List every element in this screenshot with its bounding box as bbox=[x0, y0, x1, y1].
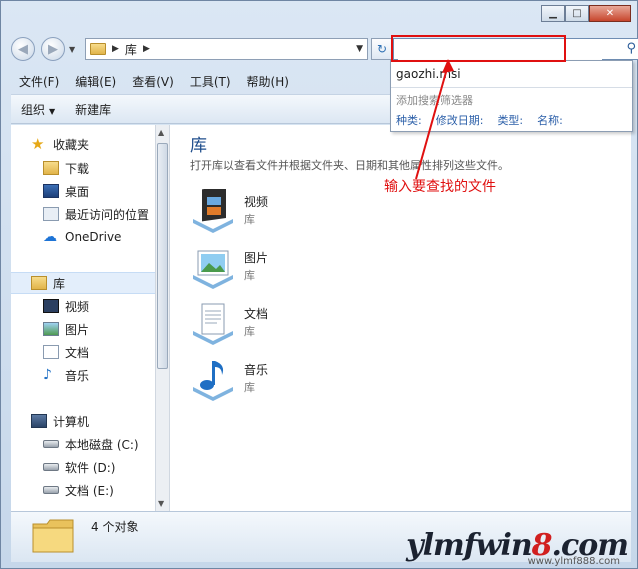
sidebar-item-desktop[interactable]: 桌面 bbox=[43, 180, 89, 202]
sidebar-item-computer[interactable]: 计算机 bbox=[31, 410, 89, 432]
library-item-type: 库 bbox=[244, 381, 255, 394]
library-item-documents[interactable]: 文档 库 bbox=[190, 299, 390, 347]
sidebar-item-pictures[interactable]: 图片 bbox=[43, 318, 89, 340]
maximize-button[interactable]: □ bbox=[565, 5, 589, 22]
film-icon bbox=[43, 299, 59, 313]
library-folder-icon bbox=[32, 519, 74, 553]
sidebar-item-label: 收藏夹 bbox=[53, 137, 90, 152]
document-icon bbox=[43, 345, 59, 359]
sidebar-item-label: 本地磁盘 (C:) bbox=[65, 437, 139, 452]
refresh-icon: ↻ bbox=[376, 42, 388, 56]
back-arrow-icon: ◀ bbox=[18, 41, 28, 57]
sidebar-item-drive-e[interactable]: 文档 (E:) bbox=[43, 479, 114, 501]
search-icon[interactable]: ⚲ bbox=[626, 41, 636, 56]
breadcrumb-arrow-icon[interactable]: ▶ bbox=[112, 44, 119, 54]
library-item-type: 库 bbox=[244, 213, 255, 226]
close-button[interactable]: ✕ bbox=[589, 5, 631, 22]
library-item-videos[interactable]: 视频 库 bbox=[190, 187, 390, 235]
sidebar-item-label: 文档 bbox=[65, 345, 90, 360]
sidebar-item-label: 最近访问的位置 bbox=[65, 207, 150, 222]
library-item-name: 视频 bbox=[244, 195, 269, 209]
sidebar-item-label: 视频 bbox=[65, 299, 90, 314]
menu-file[interactable]: 文件(F) bbox=[11, 72, 67, 92]
forward-arrow-icon: ▶ bbox=[48, 41, 58, 57]
address-bar[interactable]: ▶ 库 ▶ ▼ bbox=[85, 38, 368, 60]
sidebar-item-label: 文档 (E:) bbox=[65, 483, 114, 498]
cloud-icon: ☁ bbox=[43, 229, 57, 245]
refresh-button[interactable]: ↻ bbox=[371, 38, 393, 60]
document-library-icon bbox=[193, 303, 233, 345]
sidebar-item-documents[interactable]: 文档 bbox=[43, 341, 89, 363]
sidebar-item-drive-c[interactable]: 本地磁盘 (C:) bbox=[43, 433, 139, 455]
minimize-button[interactable]: ▁ bbox=[541, 5, 565, 22]
sidebar-item-label: 图片 bbox=[65, 322, 90, 337]
sidebar-item-label: 软件 (D:) bbox=[65, 460, 116, 475]
library-item-name: 图片 bbox=[244, 251, 269, 265]
navigation-scrollbar[interactable]: ▲ ▼ bbox=[155, 125, 170, 511]
sidebar-item-label: 桌面 bbox=[65, 184, 90, 199]
annotation-arrow-icon bbox=[415, 59, 454, 180]
sidebar-item-label: OneDrive bbox=[65, 230, 122, 244]
video-library-icon bbox=[193, 189, 233, 233]
drive-icon bbox=[43, 463, 59, 471]
library-item-music[interactable]: 音乐 库 bbox=[190, 355, 390, 403]
forward-button[interactable]: ▶ bbox=[41, 37, 65, 61]
sidebar-item-drive-d[interactable]: 软件 (D:) bbox=[43, 456, 115, 478]
library-folder-icon bbox=[90, 43, 106, 55]
sidebar-item-label: 下载 bbox=[65, 161, 90, 176]
organize-button[interactable]: 组织 ▼ bbox=[11, 101, 65, 118]
recent-pages-icon[interactable]: ▼ bbox=[69, 45, 75, 54]
computer-icon bbox=[31, 414, 47, 428]
organize-label: 组织 bbox=[21, 102, 46, 117]
annotation-text: 输入要查找的文件 bbox=[384, 179, 496, 195]
chevron-down-icon: ▼ bbox=[49, 106, 56, 116]
library-folder-icon bbox=[31, 276, 47, 290]
sidebar-item-favorites[interactable]: ★ 收藏夹 bbox=[31, 133, 89, 155]
picture-icon bbox=[43, 322, 59, 336]
navigation-pane: ★ 收藏夹 下载 桌面 最近访问的位置 ☁ OneDrive 库 视频 图片 文… bbox=[11, 125, 155, 511]
caption-buttons: ▁ □ ✕ bbox=[541, 5, 631, 22]
drive-icon bbox=[43, 486, 59, 494]
library-item-name: 文档 bbox=[244, 307, 269, 321]
filter-name[interactable]: 名称: bbox=[537, 112, 563, 128]
downloads-folder-icon bbox=[43, 161, 59, 175]
sidebar-item-label: 库 bbox=[53, 276, 66, 291]
object-count: 4 个对象 bbox=[91, 520, 139, 534]
back-button[interactable]: ◀ bbox=[11, 37, 35, 61]
sidebar-item-music[interactable]: ♪ 音乐 bbox=[43, 364, 89, 386]
sidebar-item-recent-places[interactable]: 最近访问的位置 bbox=[43, 203, 149, 225]
menu-view[interactable]: 查看(V) bbox=[124, 72, 182, 92]
sidebar-item-downloads[interactable]: 下载 bbox=[43, 157, 89, 179]
sidebar-item-libraries[interactable]: 库 bbox=[11, 272, 155, 294]
new-library-button[interactable]: 新建库 bbox=[65, 101, 121, 118]
page-title: 库 bbox=[190, 136, 207, 156]
breadcrumb-library[interactable]: 库 bbox=[125, 41, 137, 58]
scroll-down-icon[interactable]: ▼ bbox=[158, 499, 164, 508]
sidebar-item-videos[interactable]: 视频 bbox=[43, 295, 89, 317]
sidebar-item-label: 计算机 bbox=[53, 414, 90, 429]
picture-library-icon bbox=[193, 250, 233, 289]
menu-edit[interactable]: 编辑(E) bbox=[67, 72, 124, 92]
filter-type[interactable]: 类型: bbox=[497, 112, 523, 128]
recent-places-icon bbox=[43, 207, 59, 221]
sidebar-item-onedrive[interactable]: ☁ OneDrive bbox=[43, 226, 121, 248]
scroll-up-icon[interactable]: ▲ bbox=[158, 128, 164, 137]
library-item-type: 库 bbox=[244, 325, 255, 338]
scrollbar-thumb[interactable] bbox=[157, 143, 168, 369]
menu-tools[interactable]: 工具(T) bbox=[182, 72, 239, 92]
music-note-icon: ♪ bbox=[43, 367, 52, 383]
music-library-icon bbox=[193, 361, 233, 401]
address-dropdown-icon[interactable]: ▼ bbox=[356, 44, 363, 54]
sidebar-item-label: 音乐 bbox=[65, 368, 90, 383]
library-item-type: 库 bbox=[244, 269, 255, 282]
breadcrumb-arrow-icon[interactable]: ▶ bbox=[143, 44, 150, 54]
library-item-pictures[interactable]: 图片 库 bbox=[190, 243, 390, 291]
star-icon: ★ bbox=[31, 135, 45, 153]
page-subtitle: 打开库以查看文件并根据文件夹、日期和其他属性排列这些文件。 bbox=[190, 159, 509, 172]
library-item-name: 音乐 bbox=[244, 363, 269, 377]
watermark-url: www.ylmf888.com bbox=[527, 556, 620, 567]
desktop-icon bbox=[43, 184, 59, 198]
menu-help[interactable]: 帮助(H) bbox=[239, 72, 297, 92]
drive-icon bbox=[43, 440, 59, 448]
